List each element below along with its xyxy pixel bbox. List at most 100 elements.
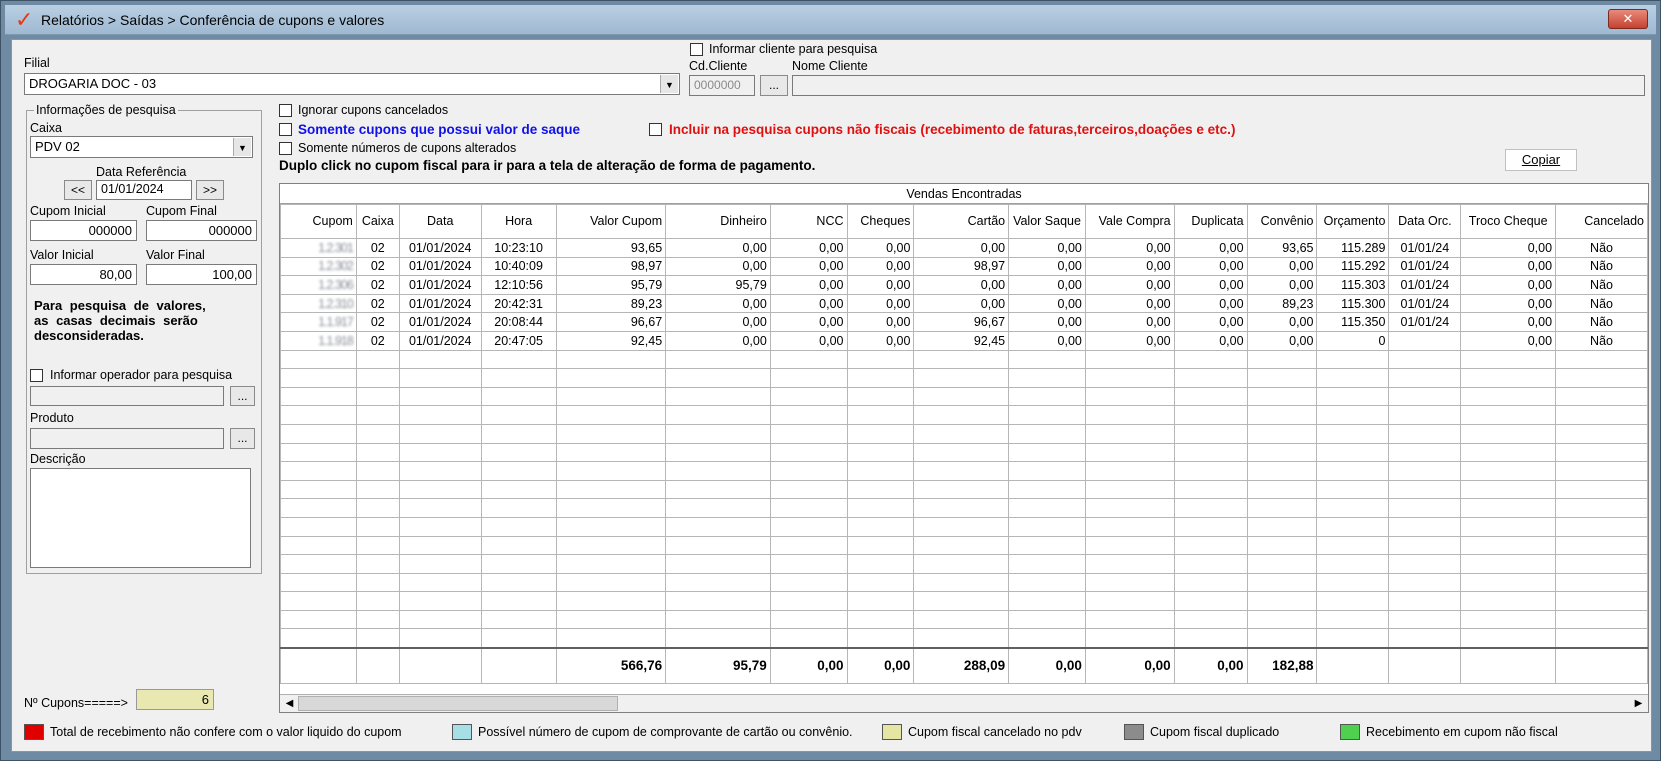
grid-cell: 10:40:09 [480,256,557,277]
ignorar-cancelados-checkbox[interactable] [279,104,292,117]
column-header-1[interactable]: Caixa [355,204,400,239]
cd-cliente-input[interactable]: 0000000 [689,75,755,96]
column-header-3[interactable]: Hora [480,204,557,239]
grid-cell: 02 [355,256,400,277]
operador-lookup-button[interactable]: ... [230,386,255,406]
column-header-0[interactable]: Cupom [280,204,357,239]
somente-alterados-checkbox[interactable] [279,142,292,155]
column-header-5[interactable]: Dinheiro [665,204,771,239]
close-button[interactable]: ✕ [1608,9,1648,29]
valor-inicial-input[interactable]: 80,00 [30,264,137,285]
copiar-button[interactable]: Copiar [1505,149,1577,171]
totals-row[interactable]: 566,76 95,79 0,00 0,00 288,09 0,00 0,00 0,00 182… [280,646,1648,685]
grid-cell [1008,479,1086,500]
grid-cell [769,368,848,388]
grid-cell [1246,349,1318,370]
table-row-empty[interactable] [280,405,1648,425]
descricao-textarea[interactable] [30,468,251,568]
column-header-15[interactable]: Troco Cheque [1460,204,1557,239]
table-row-empty[interactable] [280,461,1648,481]
grid-cell [1388,423,1462,444]
grid-cell: 0,00 [769,275,848,295]
grid-horizontal-scrollbar[interactable]: ◀ ▶ [280,694,1648,712]
filial-select[interactable]: DROGARIA DOC - 03 ▼ [24,73,680,95]
grid-cell [913,516,1010,537]
prev-date-button[interactable]: << [64,180,92,200]
table-row[interactable]: 1.2.302 02 01/01/2024 10:40:09 98,97 0,00 0,00… [280,256,1648,277]
table-row-empty[interactable] [280,423,1648,444]
table-row-empty[interactable] [280,591,1648,611]
scroll-left-icon[interactable]: ◀ [281,696,298,711]
grid-cell: 0 [1316,330,1390,351]
incluir-nao-fiscais-checkbox[interactable] [649,123,662,136]
table-row-empty[interactable] [280,442,1648,463]
table-row[interactable]: 1.2.301 02 01/01/2024 10:23:10 93,65 0,00 0,00… [280,238,1648,258]
grid-cell [846,498,915,518]
cupom-inicial-input[interactable]: 000000 [30,220,137,241]
table-row[interactable]: 1.2.306 02 01/01/2024 12:10:56 95,79 95,79 0,0… [280,275,1648,295]
informar-cliente-checkbox[interactable] [690,43,703,56]
table-row-empty[interactable] [280,349,1648,370]
grid-cell [846,554,915,574]
nome-cliente-input[interactable] [792,75,1645,96]
table-row-empty[interactable] [280,628,1648,649]
operador-input[interactable] [30,386,224,406]
table-row-empty[interactable] [280,554,1648,574]
somente-saque-checkbox[interactable] [279,123,292,136]
column-header-6[interactable]: NCC [769,204,848,239]
column-header-14[interactable]: Data Orc. [1388,204,1462,239]
produto-input[interactable] [30,428,224,449]
grid-cell [1555,479,1648,500]
chevron-down-icon[interactable]: ▼ [233,138,251,156]
grid-cell [1460,442,1557,463]
scroll-thumb[interactable] [298,696,618,711]
column-header-16[interactable]: Cancelado [1555,204,1648,239]
grid-cell [665,386,771,407]
chevron-down-icon[interactable]: ▼ [660,75,678,93]
vendas-grid[interactable]: Vendas Encontradas Cupom Caixa Data Hora Val… [279,183,1649,713]
grid-cell: 1.1.918 [280,330,357,351]
legend-color-swatch [24,724,44,740]
informar-operador-checkbox[interactable] [30,369,43,382]
grid-cell: 0,00 [1246,330,1318,351]
data-ref-input[interactable]: 01/01/2024 [96,180,192,200]
next-date-button[interactable]: >> [196,180,224,200]
table-row-empty[interactable] [280,572,1648,593]
cupom-final-input[interactable]: 000000 [146,220,257,241]
table-row-empty[interactable] [280,368,1648,388]
table-row-empty[interactable] [280,516,1648,537]
column-header-12[interactable]: Convênio [1246,204,1318,239]
table-row[interactable]: 1.2.310 02 01/01/2024 20:42:31 89,23 0,00 0,00… [280,293,1648,314]
table-row[interactable]: 1.1.918 02 01/01/2024 20:47:05 92,45 0,00 0,00… [280,330,1648,351]
grid-cell: 01/01/24 [1388,312,1462,332]
grid-cell [280,349,357,370]
column-header-4[interactable]: Valor Cupom [555,204,667,239]
grid-cell: 0,00 [1173,275,1248,295]
cliente-lookup-button[interactable]: ... [760,75,788,96]
valor-final-input[interactable]: 100,00 [146,264,257,285]
column-header-7[interactable]: Cheques [846,204,915,239]
column-header-9[interactable]: Valor Saque [1008,204,1086,239]
grid-cell: 1.2.310 [280,293,357,314]
table-row-empty[interactable] [280,609,1648,630]
column-header-13[interactable]: Orçamento [1316,204,1390,239]
table-row-empty[interactable] [280,386,1648,407]
grid-cell: 02 [355,330,400,351]
table-row-empty[interactable] [280,498,1648,518]
table-row-empty[interactable] [280,535,1648,556]
grid-cell: 1.1.917 [280,312,357,332]
grid-cell: 0,00 [1460,275,1557,295]
grid-cell [1460,628,1557,649]
caixa-label: Caixa [30,121,62,135]
caixa-select[interactable]: PDV 02 ▼ [30,136,253,158]
table-row-empty[interactable] [280,479,1648,500]
table-row[interactable]: 1.1.917 02 01/01/2024 20:08:44 96,67 0,00 0,00… [280,312,1648,332]
grid-cell [1246,386,1318,407]
column-header-2[interactable]: Data [398,204,482,239]
column-header-10[interactable]: Vale Compra [1084,204,1175,239]
grid-cell [769,442,848,463]
column-header-11[interactable]: Duplicata [1173,204,1248,239]
scroll-right-icon[interactable]: ▶ [1630,696,1647,711]
column-header-8[interactable]: Cartão [913,204,1010,239]
produto-lookup-button[interactable]: ... [230,428,255,449]
